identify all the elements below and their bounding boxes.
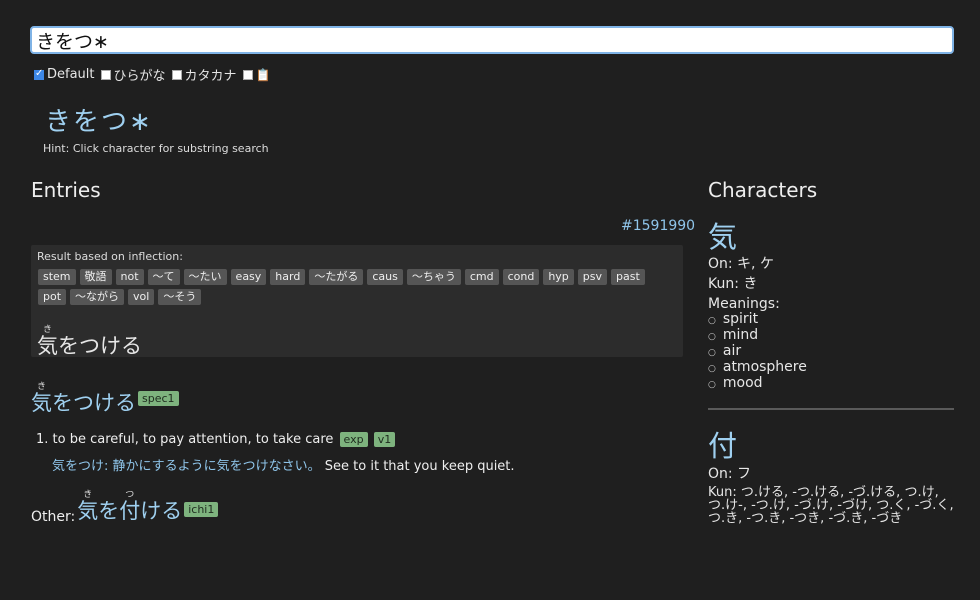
clipboard-checkbox[interactable]: [242, 69, 253, 80]
inflection-tag[interactable]: pot: [38, 289, 67, 305]
character-on-reading: On: フ: [708, 466, 752, 482]
inflection-tag[interactable]: easy: [230, 269, 267, 285]
inflection-tag[interactable]: hyp: [543, 269, 574, 285]
entry-headword: 気きをつける spec1: [31, 382, 179, 417]
hint-text: Hint: Click character for substring sear…: [43, 142, 269, 155]
pos-badge: v1: [373, 432, 396, 447]
other-form-word: 気きを付つける: [77, 490, 182, 525]
clipboard-icon: 📋: [255, 67, 271, 82]
meaning-item: air: [708, 344, 954, 360]
inflection-tag[interactable]: cmd: [464, 269, 499, 285]
meaning-item: atmosphere: [708, 360, 954, 376]
inflection-tag[interactable]: 〜ちゃう: [406, 269, 461, 285]
headword-furigana: き: [31, 382, 52, 392]
other-label: Other:: [31, 509, 76, 525]
character-on-reading: On: キ, ケ: [708, 256, 774, 272]
meanings-label: Meanings:: [708, 296, 780, 312]
inflection-label: Result based on inflection:: [37, 250, 183, 263]
other-kana-mid: を: [98, 499, 120, 523]
meaning-item: spirit: [708, 312, 954, 328]
mode-default[interactable]: Default: [32, 67, 95, 82]
characters-heading: Characters: [708, 178, 818, 202]
default-checkbox[interactable]: [34, 68, 44, 80]
entries-heading: Entries: [31, 178, 101, 202]
other-kana-rest: ける: [140, 499, 183, 523]
example-japanese: 気をつけ: 静かにするように気をつけなさい。: [52, 459, 321, 474]
character-glyph[interactable]: 付: [708, 430, 954, 462]
other-kanji-1: 気: [77, 499, 99, 523]
inflection-tag[interactable]: vol: [128, 289, 155, 305]
sense-item: 1. to be careful, to pay attention, to t…: [36, 432, 396, 447]
character-kun-reading: Kun: き: [708, 276, 758, 292]
priority-badge: spec1: [138, 390, 179, 406]
inflection-tag[interactable]: not: [115, 269, 144, 285]
example-sentence: 気をつけ: 静かにするように気をつけなさい。 See to it that yo…: [52, 455, 515, 474]
inflection-base-word: 気きをつける: [37, 325, 142, 360]
character-card: 気 On: キ, ケ Kun: き Meanings: spirit mind …: [708, 221, 954, 392]
katakana-checkbox[interactable]: [171, 69, 182, 80]
meaning-item: mood: [708, 376, 954, 392]
inflection-panel: Result based on inflection: stem 敬語 not 〜て〜…: [31, 245, 683, 360]
other-kanji-2: 付: [119, 499, 141, 523]
inflection-tags: stem 敬語 not 〜て 〜たい easy hard 〜たがる caus 〜ちゃう cmd con…: [38, 269, 658, 305]
mode-katakana[interactable]: カタカナ: [170, 65, 237, 84]
inflection-tag[interactable]: psv: [577, 269, 608, 285]
input-mode-options: Default ひらがな カタカナ 📋: [32, 65, 272, 84]
search-input[interactable]: [30, 26, 954, 54]
headword-kanji: 気: [31, 391, 52, 415]
inflection-tag[interactable]: 〜そう: [158, 289, 202, 305]
other-furigana-2: つ: [119, 490, 141, 500]
inflection-tag[interactable]: cond: [502, 269, 540, 285]
meaning-item: mind: [708, 328, 954, 344]
hiragana-checkbox[interactable]: [100, 69, 111, 80]
inflection-rest: をつける: [58, 334, 142, 358]
character-kun-reading: Kun: つ.ける, -つ.ける, -づ.ける, つ.け, つ.け-, -つ.け…: [708, 485, 954, 526]
character-card: 付 On: フ Kun: つ.ける, -つ.ける, -づ.ける, つ.け, つ.…: [708, 430, 954, 525]
character-divider: [708, 408, 954, 410]
sense-number: 1.: [36, 432, 49, 447]
inflection-tag[interactable]: 〜て: [147, 269, 180, 285]
query-display[interactable]: きをつ∗: [45, 101, 153, 138]
entry-id-link[interactable]: #1591990: [621, 218, 695, 234]
inflection-tag[interactable]: 〜たい: [183, 269, 227, 285]
inflection-tag[interactable]: 〜たがる: [309, 269, 364, 285]
headword-rest: をつける: [52, 391, 136, 415]
inflection-tag[interactable]: past: [611, 269, 645, 285]
example-english: See to it that you keep quiet.: [324, 459, 515, 474]
mode-clipboard[interactable]: 📋: [241, 67, 271, 82]
search-bar: [30, 26, 954, 54]
priority-badge: ichi1: [184, 502, 219, 517]
other-forms: Other: 気きを付つける ichi1: [31, 490, 219, 525]
meanings-list: spirit mind air atmosphere mood: [708, 312, 954, 392]
mode-hiragana[interactable]: ひらがな: [99, 65, 166, 84]
inflection-furigana: き: [37, 325, 58, 335]
inflection-tag[interactable]: hard: [270, 269, 306, 285]
mode-default-label: Default: [47, 67, 95, 82]
other-furigana-1: き: [77, 490, 99, 500]
mode-hiragana-label: ひらがな: [113, 69, 166, 84]
inflection-tag[interactable]: stem: [38, 269, 76, 285]
character-glyph[interactable]: 気: [708, 221, 954, 253]
inflection-kanji: 気: [37, 334, 58, 358]
inflection-tag[interactable]: caus: [367, 269, 403, 285]
sense-gloss: to be careful, to pay attention, to take…: [52, 432, 334, 447]
pos-badge: exp: [339, 432, 368, 447]
inflection-tag[interactable]: 敬語: [79, 269, 112, 285]
inflection-tag[interactable]: 〜ながら: [70, 289, 125, 305]
mode-katakana-label: カタカナ: [184, 69, 237, 84]
